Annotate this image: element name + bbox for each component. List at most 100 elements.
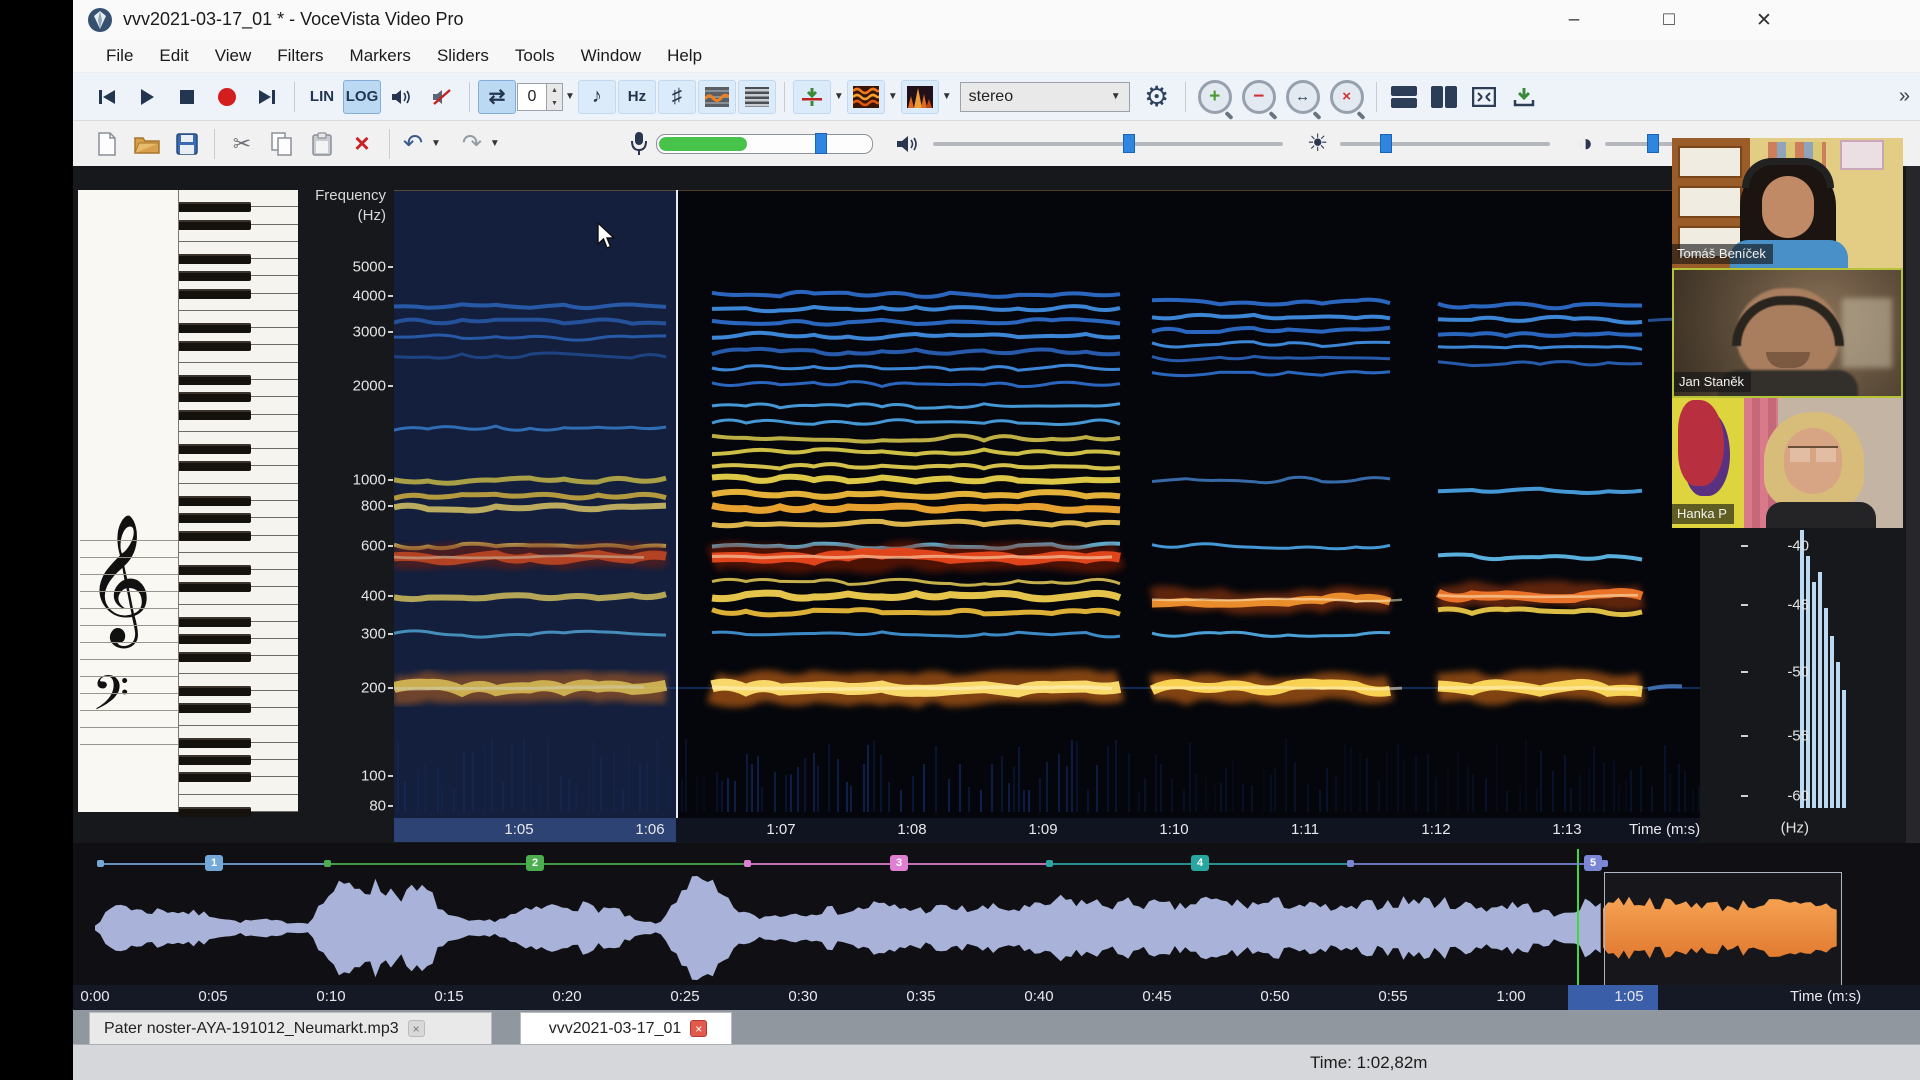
log-scale-button[interactable]: LOG (343, 80, 381, 114)
save-file-button[interactable] (168, 127, 206, 161)
settings-gear-icon[interactable]: ⚙ (1137, 80, 1177, 114)
redo-icon[interactable]: ↷ (457, 127, 487, 161)
loop-mode-button[interactable]: ⇄ (478, 80, 516, 114)
spectrogram-style-button[interactable] (847, 80, 885, 114)
marker-dot[interactable] (97, 860, 104, 867)
piano-black-key[interactable] (179, 703, 251, 713)
zoom-out-icon[interactable]: − (1242, 80, 1276, 114)
marker-dot[interactable] (1601, 860, 1608, 867)
menu-item-filters[interactable]: Filters (264, 40, 336, 72)
waveform-panel[interactable]: 12345 Time (m:s) 0:000:050:100:150:200:2… (73, 843, 1920, 1010)
marker-flag-1[interactable]: 1 (205, 855, 223, 871)
volume-slider-handle[interactable] (1123, 134, 1135, 153)
piano-black-key[interactable] (179, 686, 251, 696)
mic-level-meter[interactable] (656, 134, 873, 154)
zoom-in-icon[interactable]: + (1198, 80, 1232, 114)
skip-start-button[interactable] (88, 80, 126, 114)
record-button[interactable] (208, 80, 246, 114)
piano-black-key[interactable] (179, 565, 251, 575)
speaker-icon[interactable] (383, 80, 421, 114)
peaks-dropdown-icon[interactable]: ▼ (942, 91, 952, 102)
tab-close-icon[interactable]: × (690, 1020, 707, 1037)
marker-dot[interactable] (1046, 860, 1053, 867)
marker-dot[interactable] (324, 860, 331, 867)
piano-black-key[interactable] (179, 254, 251, 264)
piano-black-key[interactable] (179, 755, 251, 765)
tab-close-icon[interactable]: × (408, 1020, 425, 1037)
titlebar[interactable]: vvv2021-03-17_01 * - VoceVista Video Pro… (73, 0, 1920, 40)
spectrum-peaks-button[interactable] (901, 80, 939, 114)
video-tile-1[interactable]: Tomáš Beníček (1672, 138, 1903, 268)
loop-dropdown-icon[interactable]: ▼ (565, 91, 575, 102)
piano-black-key[interactable] (179, 220, 251, 230)
loop-count-spinner[interactable]: 0 ▲▼ (517, 83, 563, 111)
piano-black-key[interactable] (179, 271, 251, 281)
split-horizontal-button[interactable] (1385, 80, 1423, 114)
sharp-display-button[interactable]: ♯ (658, 80, 696, 114)
brightness-slider[interactable] (1340, 142, 1550, 146)
menu-item-window[interactable]: Window (568, 40, 654, 72)
piano-black-key[interactable] (179, 289, 251, 299)
spinner-up-icon[interactable]: ▲ (547, 84, 562, 97)
skip-end-button[interactable] (248, 80, 286, 114)
marker-flag-4[interactable]: 4 (1191, 855, 1209, 871)
piano-black-key[interactable] (179, 634, 251, 644)
paste-icon[interactable] (303, 127, 341, 161)
waveform-selection[interactable] (1604, 872, 1842, 986)
zoom-reset-icon[interactable]: × (1330, 80, 1364, 114)
piano-black-key[interactable] (179, 323, 251, 333)
piano-black-key[interactable] (179, 772, 251, 782)
mic-level-handle[interactable] (815, 133, 827, 154)
maximize-button[interactable]: □ (1638, 0, 1700, 40)
channel-mode-select[interactable]: stereo ▼ (960, 82, 1130, 112)
spectrum-view-button[interactable] (698, 80, 736, 114)
tab-pater-noster[interactable]: Pater noster-AYA-191012_Neumarkt.mp3 × (89, 1012, 492, 1044)
lines-view-button[interactable] (738, 80, 776, 114)
play-button[interactable] (128, 80, 166, 114)
mute-icon[interactable] (423, 80, 461, 114)
marker-flag-5[interactable]: 5 (1584, 855, 1602, 871)
piano-black-key[interactable] (179, 444, 251, 454)
menu-item-file[interactable]: File (93, 40, 146, 72)
piano-black-key[interactable] (179, 652, 251, 662)
cut-icon[interactable]: ✂ (223, 127, 261, 161)
snap-dropdown-icon[interactable]: ▼ (834, 91, 844, 102)
tab-vvv2021[interactable]: vvv2021-03-17_01 × (520, 1012, 732, 1044)
piano-keyboard[interactable] (178, 190, 298, 812)
stop-button[interactable] (168, 80, 206, 114)
spectrogram-style-dropdown-icon[interactable]: ▼ (888, 91, 898, 102)
video-tile-3[interactable]: Hanka P (1672, 398, 1903, 528)
piano-black-key[interactable] (179, 392, 251, 402)
copy-icon[interactable] (263, 127, 301, 161)
minimize-button[interactable]: – (1543, 0, 1605, 40)
close-button[interactable]: ✕ (1733, 0, 1795, 40)
piano-black-key[interactable] (179, 513, 251, 523)
piano-black-key[interactable] (179, 496, 251, 506)
vertical-scrollbar[interactable] (1906, 166, 1920, 843)
piano-black-key[interactable] (179, 807, 251, 817)
new-file-button[interactable] (88, 127, 126, 161)
piano-black-key[interactable] (179, 461, 251, 471)
menu-item-help[interactable]: Help (654, 40, 715, 72)
piano-black-key[interactable] (179, 375, 251, 385)
linear-scale-button[interactable]: LIN (303, 80, 341, 114)
note-display-button[interactable]: ♪ (578, 80, 616, 114)
volume-slider[interactable] (933, 142, 1283, 146)
piano-black-key[interactable] (179, 738, 251, 748)
menu-item-tools[interactable]: Tools (502, 40, 568, 72)
hz-display-button[interactable]: Hz (618, 80, 656, 114)
piano-black-key[interactable] (179, 617, 251, 627)
delete-icon[interactable]: × (343, 127, 381, 161)
menu-item-edit[interactable]: Edit (146, 40, 201, 72)
video-tile-2[interactable]: Jan Staněk (1672, 268, 1903, 398)
zoom-fit-width-icon[interactable]: ↔ (1286, 80, 1320, 114)
toolbar-overflow-icon[interactable]: » (1899, 85, 1910, 108)
menu-item-markers[interactable]: Markers (337, 40, 424, 72)
undo-icon[interactable]: ↶ (398, 127, 428, 161)
marker-flag-3[interactable]: 3 (890, 855, 908, 871)
brightness-slider-handle[interactable] (1380, 134, 1392, 153)
piano-black-key[interactable] (179, 202, 251, 212)
piano-black-key[interactable] (179, 410, 251, 420)
marker-dot[interactable] (744, 860, 751, 867)
export-download-button[interactable] (1505, 80, 1543, 114)
